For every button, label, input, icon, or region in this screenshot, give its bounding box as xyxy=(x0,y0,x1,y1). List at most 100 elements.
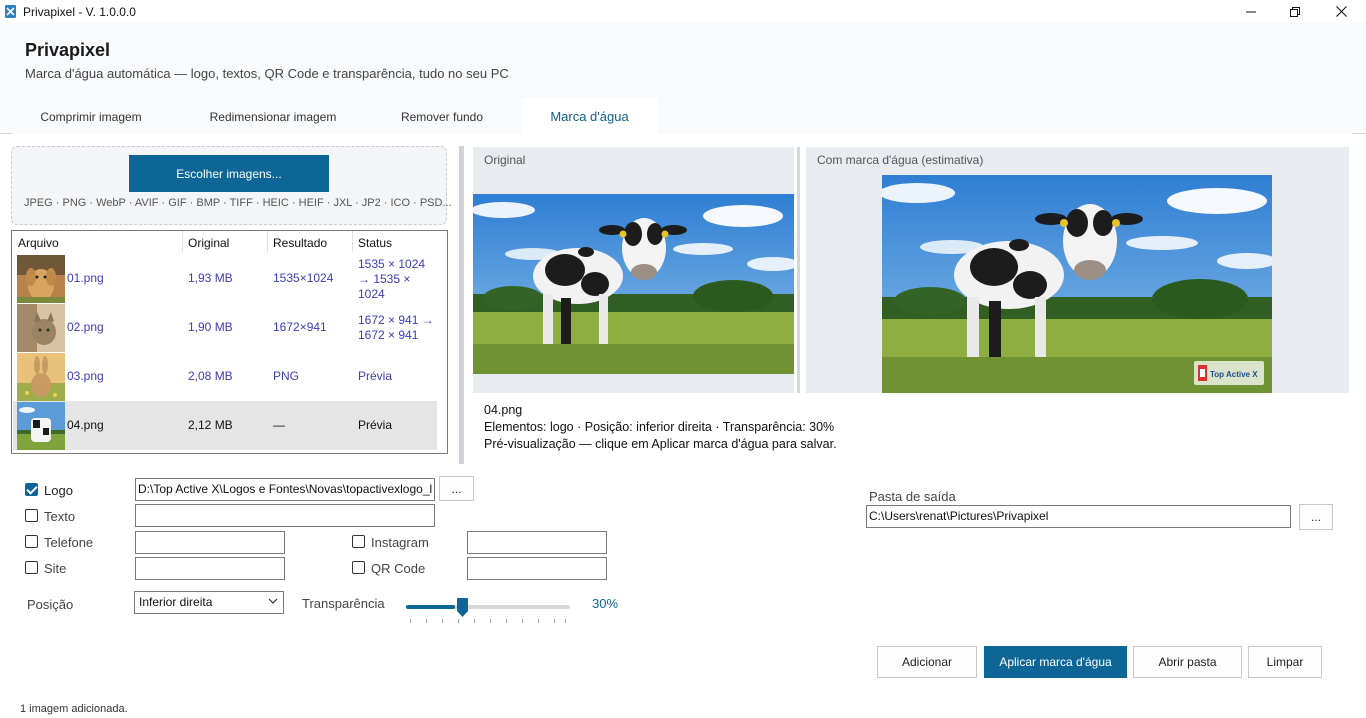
file-original-size: 2,12 MB xyxy=(188,418,233,432)
app-header: Privapixel Marca d'água automática — log… xyxy=(0,23,1366,134)
open-folder-button[interactable]: Abrir pasta xyxy=(1133,646,1242,678)
file-result: PNG xyxy=(273,369,300,383)
dog-photo-thumbnail xyxy=(17,255,65,303)
logo-path-field[interactable]: D:\Top Active X\Logos e Fontes\Novas\top… xyxy=(135,478,435,501)
file-name: 04.png xyxy=(67,418,104,432)
watermark-logo: Top Active X xyxy=(1194,361,1264,385)
qrcode-checkbox[interactable] xyxy=(352,561,365,574)
phone-checkbox[interactable] xyxy=(25,535,38,548)
slider-tick xyxy=(522,619,523,623)
output-browse-button[interactable]: ... xyxy=(1299,504,1333,530)
chevron-down-icon xyxy=(268,598,278,604)
file-status: Prévia xyxy=(358,369,393,383)
transparency-label: Transparência xyxy=(302,596,385,611)
tab-resize-image[interactable]: Redimensionar imagem xyxy=(200,99,346,134)
tab-divider xyxy=(1352,133,1366,134)
choose-images-button[interactable]: Escolher imagens... xyxy=(129,155,329,192)
minimize-icon xyxy=(1246,11,1256,12)
logo-checkbox[interactable] xyxy=(25,483,38,496)
apply-watermark-button[interactable]: Aplicar marca d'água xyxy=(984,646,1127,678)
tab-divider xyxy=(0,133,12,134)
site-field[interactable] xyxy=(135,557,285,580)
slider-tick xyxy=(426,619,427,623)
phone-field[interactable] xyxy=(135,531,285,554)
slider-tick xyxy=(506,619,507,623)
column-header-original[interactable]: Original xyxy=(188,236,229,250)
app-name: Privapixel xyxy=(25,40,111,60)
slider-tick xyxy=(565,619,566,623)
watermark-logo-text: Top Active X xyxy=(1210,370,1258,379)
table-row[interactable]: 04.png 2,12 MB — Prévia xyxy=(13,401,437,450)
position-label: Posição xyxy=(27,597,74,612)
file-result: — xyxy=(273,418,285,432)
preview-info: 04.png Elementos: logo · Posição: inferi… xyxy=(473,394,1349,456)
transparency-slider-fill xyxy=(406,605,456,609)
tab-watermark[interactable]: Marca d'água xyxy=(521,99,658,134)
add-button[interactable]: Adicionar xyxy=(877,646,977,678)
original-preview-label: Original xyxy=(484,153,526,167)
slider-tick xyxy=(442,619,443,623)
text-label: Texto xyxy=(44,509,76,524)
slider-tick xyxy=(554,619,555,623)
phone-label: Telefone xyxy=(44,535,94,550)
logo-label: Logo xyxy=(44,483,73,498)
title-bar: Privapixel - V. 1.0.0.0 xyxy=(0,0,1366,23)
close-icon xyxy=(1335,6,1347,17)
original-preview-panel: Original xyxy=(473,147,794,393)
column-separator xyxy=(267,231,268,252)
watermark-preview-label: Com marca d'água (estimativa) xyxy=(817,153,984,167)
transparency-value: 30% xyxy=(592,596,619,611)
column-header-file[interactable]: Arquivo xyxy=(18,236,59,250)
logo-browse-button[interactable]: ... xyxy=(439,476,474,501)
preview-filename: 04.png xyxy=(484,403,523,417)
preview-details: Elementos: logo · Posição: inferior dire… xyxy=(484,420,835,434)
window-title: Privapixel - V. 1.0.0.0 xyxy=(23,5,136,19)
watermark-preview-panel: Com marca d'água (estimativa) Top Active… xyxy=(806,147,1349,393)
position-select[interactable]: Inferior direita xyxy=(134,591,284,614)
panel-splitter[interactable] xyxy=(459,146,464,464)
app-icon xyxy=(5,5,16,18)
minimize-button[interactable] xyxy=(1228,0,1274,23)
file-name: 01.png xyxy=(67,271,104,285)
close-button[interactable] xyxy=(1318,0,1364,23)
site-checkbox[interactable] xyxy=(25,561,38,574)
slider-tick xyxy=(458,619,459,623)
cow-photo-thumbnail xyxy=(17,402,65,450)
output-folder-field[interactable]: C:\Users\renat\Pictures\Privapixel xyxy=(866,505,1291,528)
column-separator xyxy=(352,231,353,252)
slider-tick xyxy=(490,619,491,623)
instagram-label: Instagram xyxy=(371,535,429,550)
qrcode-label: QR Code xyxy=(371,561,426,576)
column-header-result[interactable]: Resultado xyxy=(273,236,327,250)
original-preview-image xyxy=(473,194,794,374)
file-original-size: 1,90 MB xyxy=(188,320,233,334)
table-row[interactable]: 02.png 1,90 MB 1672×941 1672 × 941 → 167… xyxy=(13,303,437,352)
slider-tick xyxy=(474,619,475,623)
slider-tick xyxy=(410,619,411,623)
tab-compress-image[interactable]: Comprimir imagem xyxy=(25,99,157,134)
restore-icon xyxy=(1290,6,1300,17)
supported-formats: JPEG · PNG · WebP · AVIF · GIF · BMP · T… xyxy=(24,197,452,209)
table-row[interactable]: 03.png 2,08 MB PNG Prévia xyxy=(13,352,437,401)
file-status: 1672 × 941 → 1672 × 941 xyxy=(358,313,434,342)
cat-photo-thumbnail xyxy=(17,304,65,352)
rabbit-photo-thumbnail xyxy=(17,353,65,401)
qrcode-field[interactable] xyxy=(467,557,607,580)
clear-button[interactable]: Limpar xyxy=(1248,646,1322,678)
text-checkbox[interactable] xyxy=(25,509,38,522)
site-label: Site xyxy=(44,561,67,576)
transparency-slider-track[interactable] xyxy=(406,605,570,609)
instagram-checkbox[interactable] xyxy=(352,535,365,548)
table-row[interactable]: 01.png 1,93 MB 1535×1024 1535 × 1024 → 1… xyxy=(13,254,437,303)
transparency-slider-thumb[interactable] xyxy=(457,598,468,618)
tab-remove-background[interactable]: Remover fundo xyxy=(388,99,496,134)
image-dropzone[interactable]: Escolher imagens... JPEG · PNG · WebP · … xyxy=(11,146,452,225)
file-name: 02.png xyxy=(67,320,104,334)
status-text: 1 imagem adicionada. xyxy=(20,703,128,715)
text-field[interactable] xyxy=(135,504,435,527)
instagram-field[interactable] xyxy=(467,531,607,554)
restore-button[interactable] xyxy=(1272,0,1318,23)
table-scrollbar[interactable] xyxy=(438,231,447,453)
watermark-options: Logo D:\Top Active X\Logos e Fontes\Nova… xyxy=(0,464,1366,718)
column-header-status[interactable]: Status xyxy=(358,236,392,250)
